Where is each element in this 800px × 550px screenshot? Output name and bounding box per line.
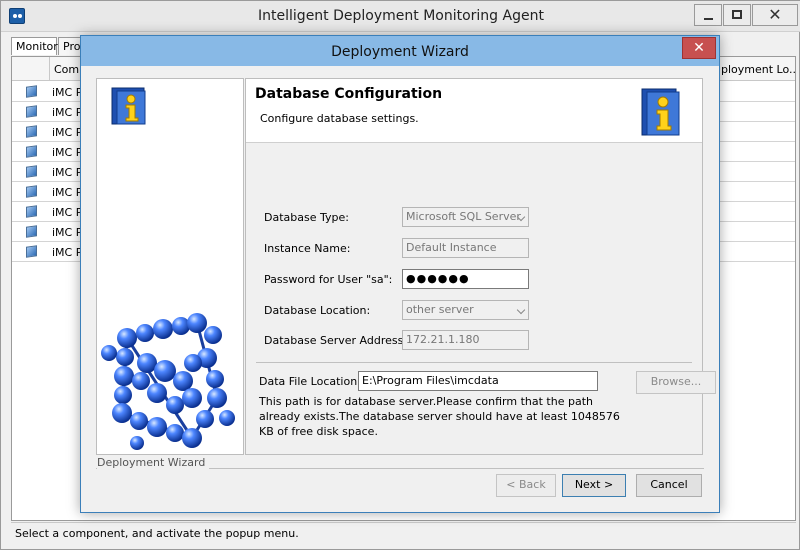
component-icon [26, 125, 37, 138]
page-title: Database Configuration [255, 86, 443, 102]
database-location-value: other server [406, 303, 474, 316]
database-type-select[interactable]: Microsoft SQL Server [402, 207, 529, 227]
section-divider [256, 362, 692, 363]
database-type-label: Database Type: [264, 211, 349, 224]
dialog-title-bar[interactable]: Deployment Wizard ✕ [81, 36, 719, 66]
chevron-down-icon [516, 305, 526, 315]
database-location-label: Database Location: [264, 304, 371, 317]
data-file-note: This path is for database server.Please … [259, 395, 620, 438]
wizard-content-panel: Database Configuration Configure databas… [245, 78, 716, 455]
back-button[interactable]: < Back [496, 474, 556, 497]
component-icon [26, 225, 37, 238]
main-close-button[interactable]: ✕ [752, 4, 798, 26]
step-header: Database Configuration Configure databas… [246, 79, 702, 143]
next-button[interactable]: Next > [562, 474, 626, 497]
component-icon [26, 185, 37, 198]
instance-name-field[interactable]: Default Instance [402, 238, 529, 258]
wizard-side-panel [96, 78, 244, 455]
maximize-icon [732, 10, 742, 19]
dialog-close-button[interactable]: ✕ [682, 37, 716, 59]
instance-name-label: Instance Name: [264, 242, 351, 255]
grid-header-icon-column[interactable] [12, 57, 50, 81]
data-file-location-field[interactable]: E:\Program Files\imcdata [358, 371, 598, 391]
main-title-bar[interactable]: Intelligent Deployment Monitoring Agent … [1, 1, 800, 32]
maximize-button[interactable] [723, 4, 751, 26]
password-label: Password for User "sa": [264, 273, 393, 286]
component-icon [26, 85, 37, 98]
component-icon [26, 165, 37, 178]
page-subtitle: Configure database settings. [260, 112, 419, 125]
grid-header-deployment-location[interactable]: ployment Lo... [717, 57, 796, 81]
main-window-title: Intelligent Deployment Monitoring Agent [258, 8, 544, 24]
database-server-address-label: Database Server Address: [264, 334, 408, 347]
component-icon [26, 245, 37, 258]
status-bar: Select a component, and activate the pop… [11, 522, 796, 544]
browse-button[interactable]: Browse... [636, 371, 716, 394]
password-field[interactable]: ●●●●●● [402, 269, 529, 289]
deployment-wizard-dialog: Deployment Wizard ✕ Database Configurati… [80, 35, 720, 513]
database-location-select[interactable]: other server [402, 300, 529, 320]
footer-label: Deployment Wizard [97, 456, 210, 469]
component-icon [26, 145, 37, 158]
info-book-icon [111, 87, 146, 125]
minimize-button[interactable] [694, 4, 722, 26]
database-server-address-field[interactable]: 172.21.1.180 [402, 330, 529, 350]
data-file-location-label: Data File Location: [259, 375, 361, 388]
tab-monitor[interactable]: Monitor [11, 37, 58, 55]
minimize-icon [704, 18, 713, 20]
info-book-icon [641, 88, 680, 136]
component-icon [26, 105, 37, 118]
close-icon: ✕ [693, 40, 705, 56]
cancel-button[interactable]: Cancel [636, 474, 702, 497]
dialog-title: Deployment Wizard [331, 44, 469, 60]
close-icon: ✕ [768, 5, 782, 24]
molecule-cube-graphic [101, 313, 235, 450]
database-type-value: Microsoft SQL Server [406, 210, 521, 223]
component-icon [26, 205, 37, 218]
